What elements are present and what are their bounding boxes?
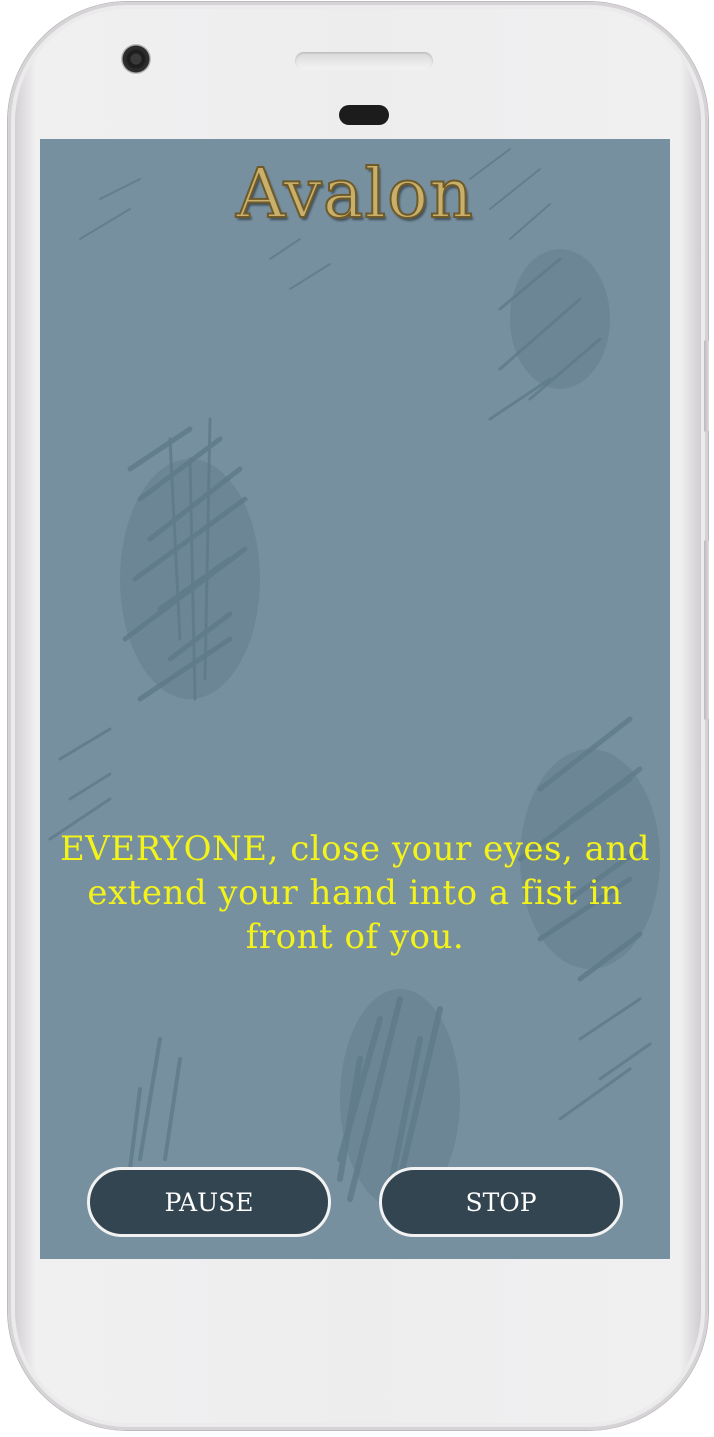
stop-button[interactable]: STOP bbox=[379, 1167, 623, 1237]
app-screen: Avalon EVERYONE, close your eyes, and ex… bbox=[40, 139, 670, 1259]
app-title: Avalon bbox=[235, 154, 474, 235]
front-camera bbox=[121, 44, 151, 74]
narration-text: EVERYONE, close your eyes, and extend yo… bbox=[59, 829, 651, 957]
proximity-sensor bbox=[339, 105, 389, 125]
pause-button[interactable]: PAUSE bbox=[87, 1167, 331, 1237]
power-button bbox=[704, 540, 709, 720]
volume-button bbox=[704, 340, 709, 432]
earpiece-speaker bbox=[295, 52, 433, 70]
grunge-background bbox=[48, 148, 660, 1209]
